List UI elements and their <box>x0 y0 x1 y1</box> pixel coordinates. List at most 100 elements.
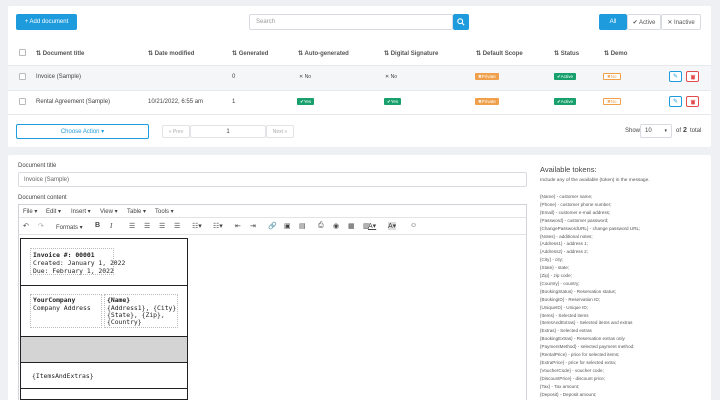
delete-button[interactable] <box>686 71 699 82</box>
demo-value: No <box>610 99 617 104</box>
header-status[interactable]: ⇅ Status <box>554 50 579 57</box>
row-generated: 1 <box>232 99 236 105</box>
numbered-list-icon[interactable]: ☷▾ <box>213 222 223 230</box>
menu-view-label: View <box>100 209 113 215</box>
edit-button[interactable]: ✎ <box>669 71 682 82</box>
token-item: {Name} - customer name; <box>540 194 593 199</box>
code-icon[interactable]: ▦ <box>348 222 355 230</box>
status-value: Active <box>560 74 574 79</box>
demo-badge: ✖ No <box>603 98 621 105</box>
token-item: {ExtraPrice} - price for selected extra; <box>540 359 617 365</box>
pencil-icon: ✎ <box>672 99 679 105</box>
token-item: {Phone} - customer phone number; <box>540 201 612 207</box>
header-scope[interactable]: ⇅ Default Scope <box>476 50 523 57</box>
items-token: {ItemsAndExtras} <box>32 372 94 380</box>
auto-value: Yes <box>303 99 312 104</box>
total-label: total <box>690 128 702 134</box>
redo-icon[interactable]: ↷ <box>38 222 44 230</box>
prev-page-button[interactable]: « Prev <box>162 125 190 138</box>
page-input[interactable]: 1 <box>190 125 266 138</box>
menu-insert[interactable]: Insert ▾ <box>71 208 91 215</box>
header-demo[interactable]: ⇅ Demo <box>604 50 627 57</box>
link-icon[interactable]: 🔗 <box>268 222 277 230</box>
outdent-icon[interactable]: ⇤ <box>235 222 241 230</box>
menu-tools[interactable]: Tools ▾ <box>155 208 174 215</box>
delete-button[interactable] <box>686 96 699 107</box>
menu-edit-label: Edit <box>46 209 57 215</box>
header-signature[interactable]: ⇅ Digital Signature <box>384 50 438 57</box>
search-input[interactable]: Search <box>249 14 453 30</box>
menu-table[interactable]: Table ▾ <box>127 208 146 215</box>
menu-edit[interactable]: Edit ▾ <box>46 208 61 215</box>
select-all-checkbox[interactable] <box>19 49 26 56</box>
auto-value: No <box>304 74 311 80</box>
token-item: {Deposit} - Deposit amount; <box>540 391 597 397</box>
filter-inactive-button[interactable]: ✕ Inactive <box>661 14 701 30</box>
header-scope-label: Default Scope <box>482 51 523 57</box>
token-item: {UniqueID} - Unique ID; <box>540 304 589 310</box>
signature-value: Yes <box>390 99 399 104</box>
document-content-label: Document content <box>18 195 67 201</box>
row-checkbox[interactable] <box>19 73 26 80</box>
menu-view[interactable]: View ▾ <box>100 208 118 215</box>
token-item: {PaymentMethod} - selected payment metho… <box>540 344 635 350</box>
invoice-number: Invoice #: 00001 <box>33 251 95 259</box>
align-center-icon[interactable]: ☰ <box>144 222 150 230</box>
token-item: {ItemsAndExtras} - Selected items and ex… <box>540 320 633 326</box>
undo-icon[interactable]: ↶ <box>23 222 29 230</box>
demo-value: No <box>610 74 617 79</box>
filter-all-button[interactable]: All <box>599 14 627 30</box>
header-generated-label: Generated <box>238 51 269 57</box>
chevron-down-icon: ▾ <box>664 128 667 134</box>
align-justify-icon[interactable]: ☰ <box>174 222 180 230</box>
token-item: {Extras} - Selected extras <box>540 328 592 334</box>
background-color-icon[interactable]: A▾ <box>388 222 397 230</box>
next-page-button[interactable]: Next » <box>266 125 294 138</box>
header-title[interactable]: ⇅ Document title <box>36 50 84 57</box>
token-item: {State} - state; <box>540 265 570 271</box>
row-date: 10/21/2022, 6:55 am <box>148 99 204 105</box>
header-auto-label: Auto-generated <box>304 51 349 57</box>
header-generated[interactable]: ⇅ Generated <box>232 50 268 57</box>
signature-badge: ✔ Yes <box>384 98 402 105</box>
search-button[interactable] <box>453 14 469 30</box>
row-title[interactable]: Rental Agreement (Sample) <box>36 99 110 105</box>
filter-active-button[interactable]: ✔ Active <box>627 14 661 30</box>
image-icon[interactable]: ▣ <box>284 222 291 230</box>
indent-icon[interactable]: ⇥ <box>250 222 256 230</box>
token-item: {Tax} - Tax amount; <box>540 383 580 389</box>
align-right-icon[interactable]: ☰ <box>159 222 165 230</box>
add-document-button[interactable]: + Add document <box>16 14 77 30</box>
align-left-icon[interactable]: ☰ <box>129 222 135 230</box>
header-auto[interactable]: ⇅ Auto-generated <box>298 50 349 57</box>
per-page-select[interactable]: 10 ▾ <box>640 124 672 138</box>
scope-badge: ✖ Private <box>475 73 499 80</box>
choose-action-dropdown[interactable]: Choose Action ▾ <box>16 124 149 139</box>
bold-icon[interactable]: B <box>95 222 100 229</box>
italic-icon[interactable]: I <box>110 222 112 230</box>
row-title[interactable]: Invoice (Sample) <box>36 74 81 80</box>
edit-button[interactable]: ✎ <box>669 96 682 107</box>
header-status-label: Status <box>560 51 580 57</box>
row-checkbox[interactable] <box>19 98 26 105</box>
token-item: {Password} - customer password; <box>540 217 609 223</box>
pencil-icon: ✎ <box>672 74 679 80</box>
token-item: {VoucherCode} - voucher code; <box>540 367 604 373</box>
header-date[interactable]: ⇅ Date modified <box>148 50 194 57</box>
preview-icon[interactable]: ◉ <box>333 222 339 230</box>
tokens-title: Available tokens: <box>540 165 597 174</box>
customer-name: {Name} <box>107 296 131 304</box>
bullet-list-icon[interactable]: ☷▾ <box>192 222 202 230</box>
menu-table-label: Table <box>127 209 142 215</box>
emoji-icon[interactable]: ☺ <box>410 222 417 229</box>
print-icon[interactable]: ⎙ <box>318 222 324 230</box>
token-item: {Address2} - address 2; <box>540 249 589 255</box>
formats-dropdown[interactable]: Formats ▾ <box>56 224 83 231</box>
menu-file[interactable]: File ▾ <box>23 208 37 215</box>
token-item: {City} - city; <box>540 257 564 263</box>
media-icon[interactable]: ▤ <box>299 222 306 230</box>
document-title-input[interactable]: Invoice (Sample) <box>18 172 527 187</box>
text-colour-icon[interactable]: A▾ <box>368 222 376 230</box>
token-item: {BookingID} - Reservation ID; <box>540 296 601 302</box>
scope-value: Private <box>481 74 496 79</box>
